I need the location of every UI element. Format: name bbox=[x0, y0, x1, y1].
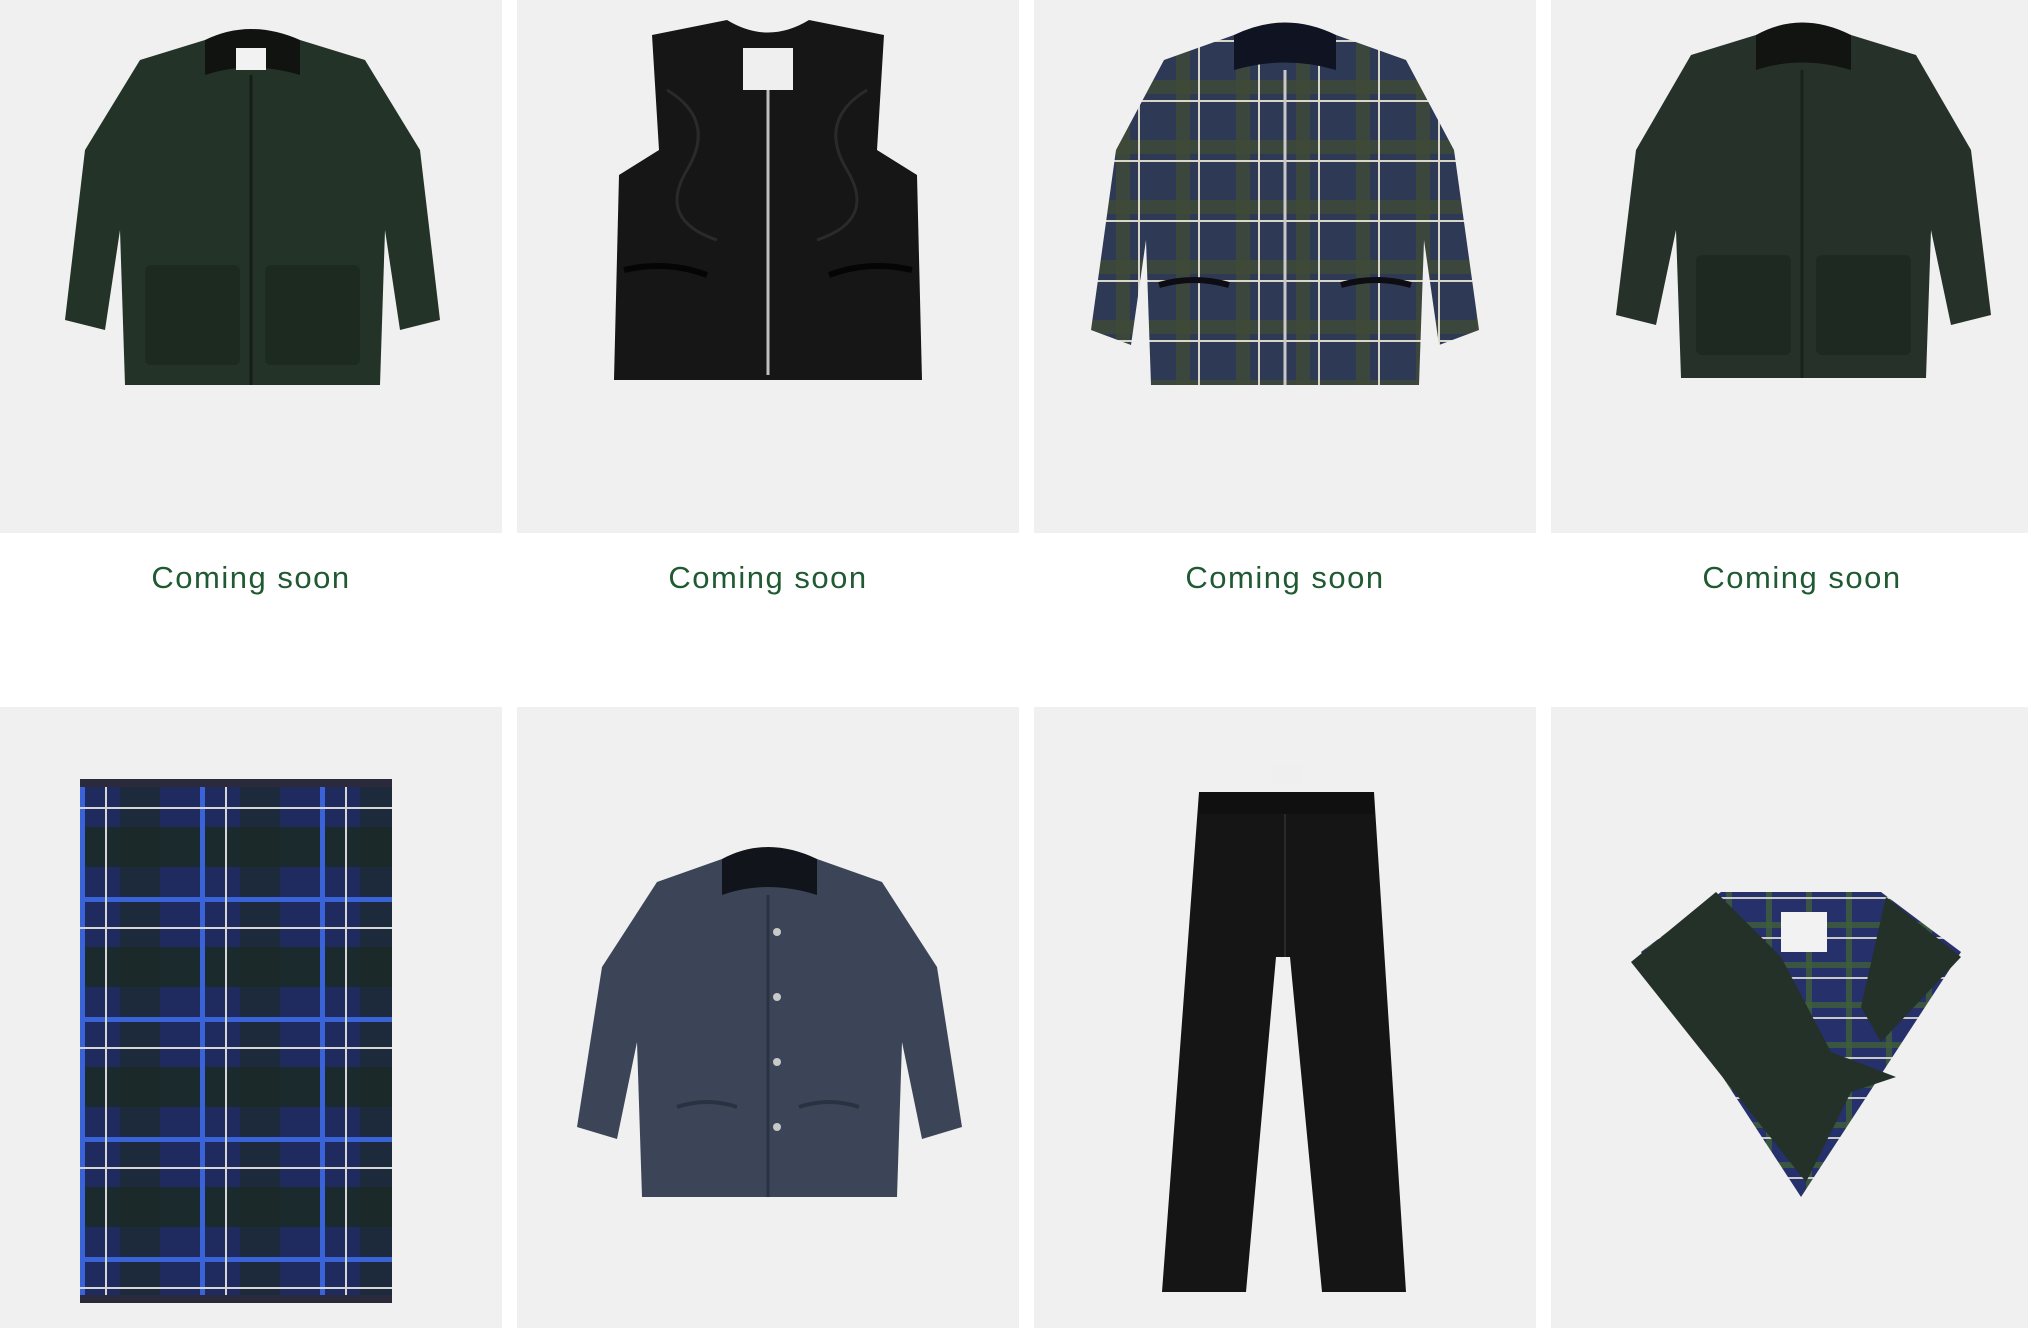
tartan-blanket-illustration bbox=[80, 779, 392, 1303]
product-card-4[interactable]: Coming soon bbox=[1551, 0, 2028, 700]
product-grid: Coming soon Coming soon Coming soon Comi… bbox=[0, 0, 2028, 1328]
product-card-8[interactable] bbox=[1551, 707, 2028, 1328]
product-card-7[interactable] bbox=[1034, 707, 1536, 1328]
product-image-2[interactable] bbox=[517, 0, 1019, 533]
product-image-6[interactable] bbox=[517, 707, 1019, 1328]
product-card-5[interactable] bbox=[0, 707, 502, 1328]
product-image-5[interactable] bbox=[0, 707, 502, 1328]
coming-soon-label: Coming soon bbox=[1185, 560, 1385, 595]
waxed-scarf-illustration bbox=[1631, 892, 1961, 1197]
tartan-jacket-illustration bbox=[1091, 22, 1479, 385]
coming-soon-label: Coming soon bbox=[151, 560, 351, 595]
product-card-2[interactable]: Coming soon bbox=[517, 0, 1019, 700]
field-jacket-illustration bbox=[65, 29, 440, 385]
product-image-8[interactable] bbox=[1551, 707, 2028, 1328]
coming-soon-label: Coming soon bbox=[668, 560, 868, 595]
product-image-4[interactable] bbox=[1551, 0, 2028, 533]
product-card-3[interactable]: Coming soon bbox=[1034, 0, 1536, 700]
product-image-7[interactable] bbox=[1034, 707, 1536, 1328]
product-image-1[interactable] bbox=[0, 0, 502, 533]
product-card-6[interactable] bbox=[517, 707, 1019, 1328]
waxed-jacket-illustration bbox=[1616, 22, 1991, 378]
product-image-3[interactable] bbox=[1034, 0, 1536, 533]
coming-soon-label: Coming soon bbox=[1702, 560, 1902, 595]
corduroy-trousers-illustration bbox=[1162, 765, 1406, 1292]
product-card-1[interactable]: Coming soon bbox=[0, 0, 502, 700]
denim-jacket-illustration bbox=[577, 847, 962, 1197]
quilted-gilet-illustration bbox=[614, 20, 922, 380]
